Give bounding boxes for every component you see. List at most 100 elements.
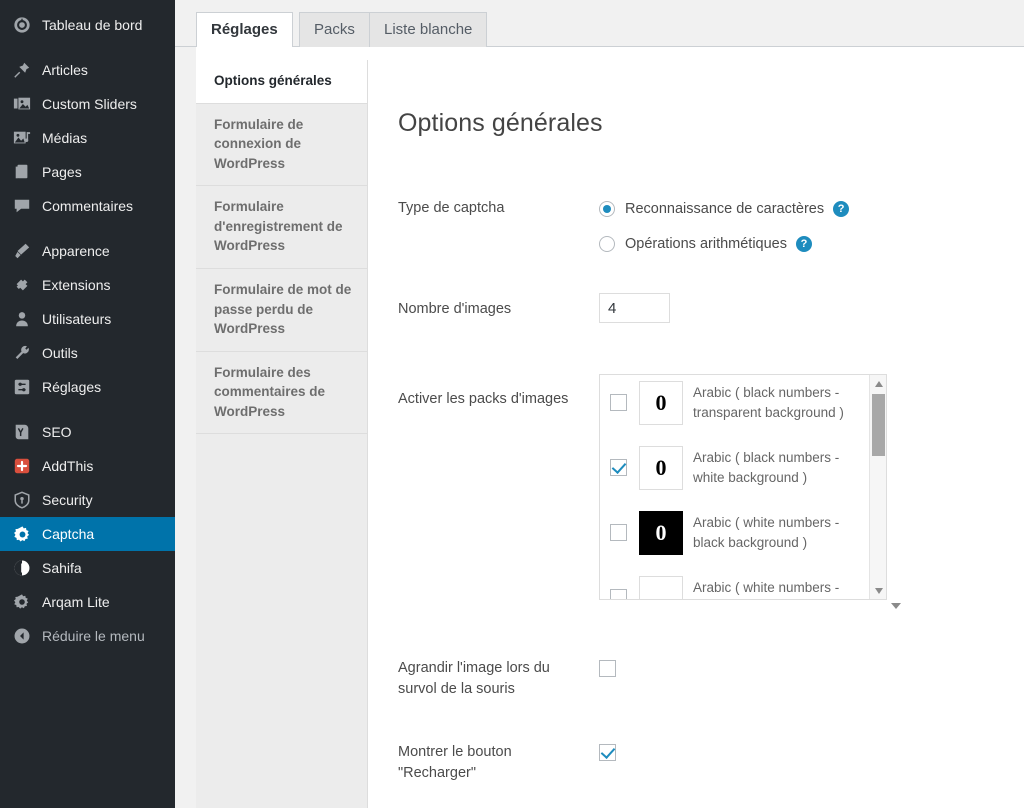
montrer-bouton-recharger-checkbox[interactable] <box>599 744 616 761</box>
pack-checkbox-arabic-black-transparent[interactable] <box>610 394 627 411</box>
nombre-d-images-input[interactable] <box>599 293 670 323</box>
subnav-item-options-generales[interactable]: Options générales <box>196 60 367 104</box>
tab-liste-blanche[interactable]: Liste blanche <box>369 12 488 47</box>
radio-label: Reconnaissance de caractères <box>625 201 825 217</box>
tools-icon <box>12 343 32 363</box>
sidebar-item-addthis[interactable]: AddThis <box>0 449 175 483</box>
scrollbar-thumb[interactable] <box>872 394 885 456</box>
sidebar-item-reglages[interactable]: Réglages <box>0 370 175 404</box>
sidebar-item-articles[interactable]: Articles <box>0 53 175 87</box>
help-icon-reconnaissance[interactable]: ? <box>833 201 850 217</box>
field-nombre-d-images <box>599 293 670 323</box>
settings-icon <box>12 377 32 397</box>
radio-option-operations[interactable]: Opérations arithmétiques ? <box>599 233 849 255</box>
sidebar-item-label: SEO <box>42 424 72 440</box>
tab-reglages[interactable]: Réglages <box>196 12 293 48</box>
field-activer-les-packs: 0 Arabic ( black numbers - transparent b… <box>599 374 901 609</box>
list-item[interactable]: 0 Arabic ( white numbers - black backgro… <box>600 500 870 565</box>
dashboard-icon <box>12 15 32 35</box>
options-form-panel: Options générales Type de captcha Reconn… <box>368 60 1024 808</box>
pack-thumbnail: 0 <box>639 445 683 490</box>
settings-subnav: Options générales Formulaire de connexio… <box>196 60 368 808</box>
sidebar-item-label: Outils <box>42 345 78 361</box>
pin-icon <box>12 60 32 80</box>
scroll-up-arrow-icon[interactable] <box>870 375 886 392</box>
subnav-item-formulaire-connexion[interactable]: Formulaire de connexion de WordPress <box>196 104 367 187</box>
sidebar-collapse-menu[interactable]: Réduire le menu <box>0 619 175 653</box>
label-activer-les-packs: Activer les packs d'images <box>398 391 569 407</box>
sidebar-item-tableau-de-bord[interactable]: Tableau de bord <box>0 8 175 42</box>
label-montrer-bouton-recharger: Montrer le bouton "Recharger" <box>398 744 512 781</box>
slider-icon <box>12 94 32 114</box>
sidebar-item-label: Utilisateurs <box>42 311 112 327</box>
field-agrandir-image <box>599 660 616 682</box>
sidebar-item-outils[interactable]: Outils <box>0 336 175 370</box>
packs-list: 0 Arabic ( black numbers - transparent b… <box>600 375 870 599</box>
sidebar-divider <box>0 42 175 53</box>
pack-checkbox-arabic-white-black[interactable] <box>610 524 627 541</box>
listbox-resize-grip-icon[interactable] <box>891 603 901 609</box>
sidebar-item-medias[interactable]: Médias <box>0 121 175 155</box>
radio-reconnaissance-de-caracteres[interactable] <box>599 201 615 217</box>
sidebar-item-label: Réglages <box>42 379 102 395</box>
tab-packs[interactable]: Packs <box>299 12 370 47</box>
radio-operations-arithmetiques[interactable] <box>599 236 615 252</box>
pack-thumbnail: 0 <box>639 380 683 425</box>
sidebar-item-apparence[interactable]: Apparence <box>0 234 175 268</box>
sidebar-divider <box>0 223 175 234</box>
label-agrandir-image: Agrandir l'image lors du survol de la so… <box>398 660 550 697</box>
help-icon-operations[interactable]: ? <box>796 236 812 252</box>
media-icon <box>12 128 32 148</box>
pack-thumbnail: 0 <box>639 575 683 599</box>
sidebar-item-label: Captcha <box>42 526 95 542</box>
sidebar-item-pages[interactable]: Pages <box>0 155 175 189</box>
sidebar-item-label: Médias <box>42 130 88 146</box>
users-icon <box>12 309 32 329</box>
list-item[interactable]: 0 Arabic ( black numbers - transparent b… <box>600 375 870 435</box>
packs-listbox[interactable]: 0 Arabic ( black numbers - transparent b… <box>599 374 887 600</box>
subnav-item-formulaire-commentaires[interactable]: Formulaire des commentaires de WordPress <box>196 352 367 435</box>
plugin-icon <box>12 275 32 295</box>
pack-checkbox-arabic-black-white[interactable] <box>610 459 627 476</box>
sidebar-item-captcha[interactable]: Captcha <box>0 517 183 551</box>
scroll-down-arrow-icon[interactable] <box>870 582 886 599</box>
sidebar-item-label: Tableau de bord <box>42 17 143 33</box>
pack-label: Arabic ( black numbers - transparent bac… <box>693 385 844 420</box>
pack-label: Arabic ( black numbers - white backgroun… <box>693 450 840 485</box>
wordpress-admin-screen: Tableau de bord Articles Custom Sliders … <box>0 0 1024 808</box>
pages-icon <box>12 162 32 182</box>
gear-icon <box>12 592 32 612</box>
subnav-item-formulaire-enregistrement[interactable]: Formulaire d'enregistrement de WordPress <box>196 186 367 269</box>
tab-bar: Réglages Packs Liste blanche <box>175 0 1024 48</box>
sidebar-item-extensions[interactable]: Extensions <box>0 268 175 302</box>
sidebar-item-custom-sliders[interactable]: Custom Sliders <box>0 87 175 121</box>
field-montrer-bouton-recharger <box>599 744 616 766</box>
sidebar-item-label: Apparence <box>42 243 110 259</box>
sidebar-item-security[interactable]: Security <box>0 483 175 517</box>
radio-label: Opérations arithmétiques <box>625 236 787 252</box>
sidebar-item-commentaires[interactable]: Commentaires <box>0 189 175 223</box>
list-item[interactable]: 0 Arabic ( white numbers - transparent b… <box>600 565 870 599</box>
subnav-item-formulaire-mot-de-passe-perdu[interactable]: Formulaire de mot de passe perdu de Word… <box>196 269 367 352</box>
sidebar-item-utilisateurs[interactable]: Utilisateurs <box>0 302 175 336</box>
sidebar-item-label: AddThis <box>42 458 94 474</box>
sidebar-item-label: Security <box>42 492 93 508</box>
packs-scrollbar[interactable] <box>869 375 886 599</box>
pack-thumbnail: 0 <box>639 510 683 555</box>
sidebar-divider <box>0 404 175 415</box>
sidebar-item-sahifa[interactable]: Sahifa <box>0 551 175 585</box>
pack-checkbox-arabic-white-transparent[interactable] <box>610 589 627 599</box>
gear-icon <box>12 524 32 544</box>
sidebar-item-label: Custom Sliders <box>42 96 137 112</box>
radio-option-reconnaissance[interactable]: Reconnaissance de caractères ? <box>599 198 850 220</box>
label-nombre-d-images: Nombre d'images <box>398 301 512 317</box>
sidebar-item-label: Arqam Lite <box>42 594 110 610</box>
shield-icon <box>12 490 32 510</box>
list-item[interactable]: 0 Arabic ( black numbers - white backgro… <box>600 435 870 500</box>
sidebar-item-seo[interactable]: SEO <box>0 415 175 449</box>
page-title: Options générales <box>398 109 603 137</box>
agrandir-image-checkbox[interactable] <box>599 660 616 677</box>
pack-label: Arabic ( white numbers - black backgroun… <box>693 515 840 550</box>
brush-icon <box>12 241 32 261</box>
sidebar-item-arqam-lite[interactable]: Arqam Lite <box>0 585 175 619</box>
